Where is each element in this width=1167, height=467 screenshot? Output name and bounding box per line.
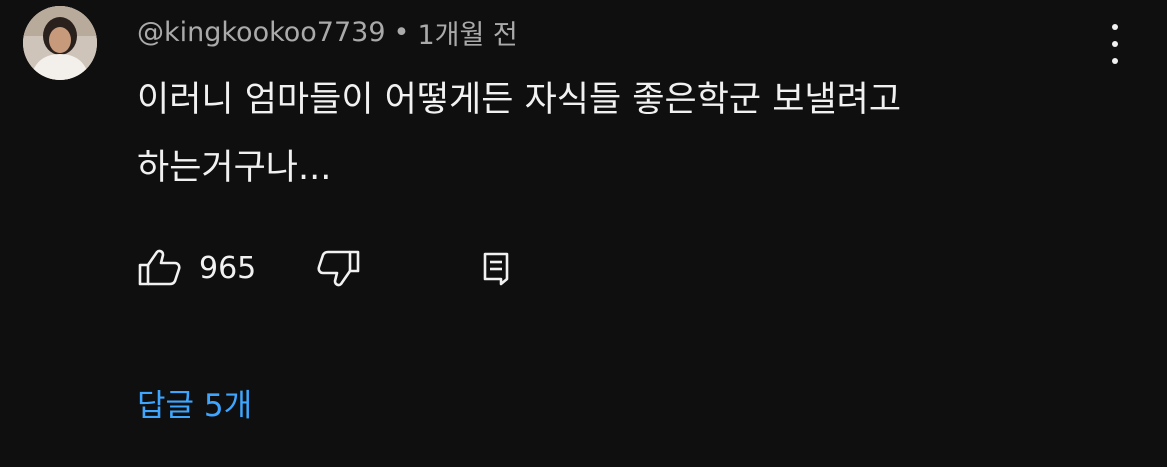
avatar-image (23, 6, 97, 80)
comment-actions: 965 (137, 244, 557, 294)
comment-text-line: 하는거구나... (137, 148, 332, 188)
comment-timestamp[interactable]: 1개월 전 (417, 13, 517, 52)
comment-text: 이러니 엄마들이 어떻게든 자식들 좋은학군 보낼려고 하는거구나... (137, 66, 1077, 202)
reply-button[interactable] (477, 248, 517, 288)
more-vertical-icon-dot (1112, 58, 1118, 64)
like-count: 965 (199, 251, 257, 286)
separator-dot: • (393, 16, 410, 48)
comment-header: @kingkookoo7739 • 1개월 전 (137, 10, 518, 54)
avatar[interactable] (23, 6, 97, 80)
dislike-button[interactable] (315, 248, 361, 288)
like-button[interactable] (137, 248, 183, 288)
more-options-button[interactable] (1098, 20, 1132, 68)
author-name[interactable]: @kingkookoo7739 (137, 17, 386, 48)
thumb-up-icon (138, 249, 181, 286)
more-vertical-icon-dot (1112, 41, 1118, 47)
thumb-down-icon (317, 250, 360, 287)
comment-reply-icon (483, 252, 509, 286)
more-vertical-icon (1112, 24, 1118, 30)
view-replies-link[interactable]: 답글 5개 (137, 384, 252, 428)
comment-thread: @kingkookoo7739 • 1개월 전 이러니 엄마들이 어떻게든 자식… (0, 0, 1167, 467)
comment-text-line: 이러니 엄마들이 어떻게든 자식들 좋은학군 보낼려고 (137, 80, 902, 120)
